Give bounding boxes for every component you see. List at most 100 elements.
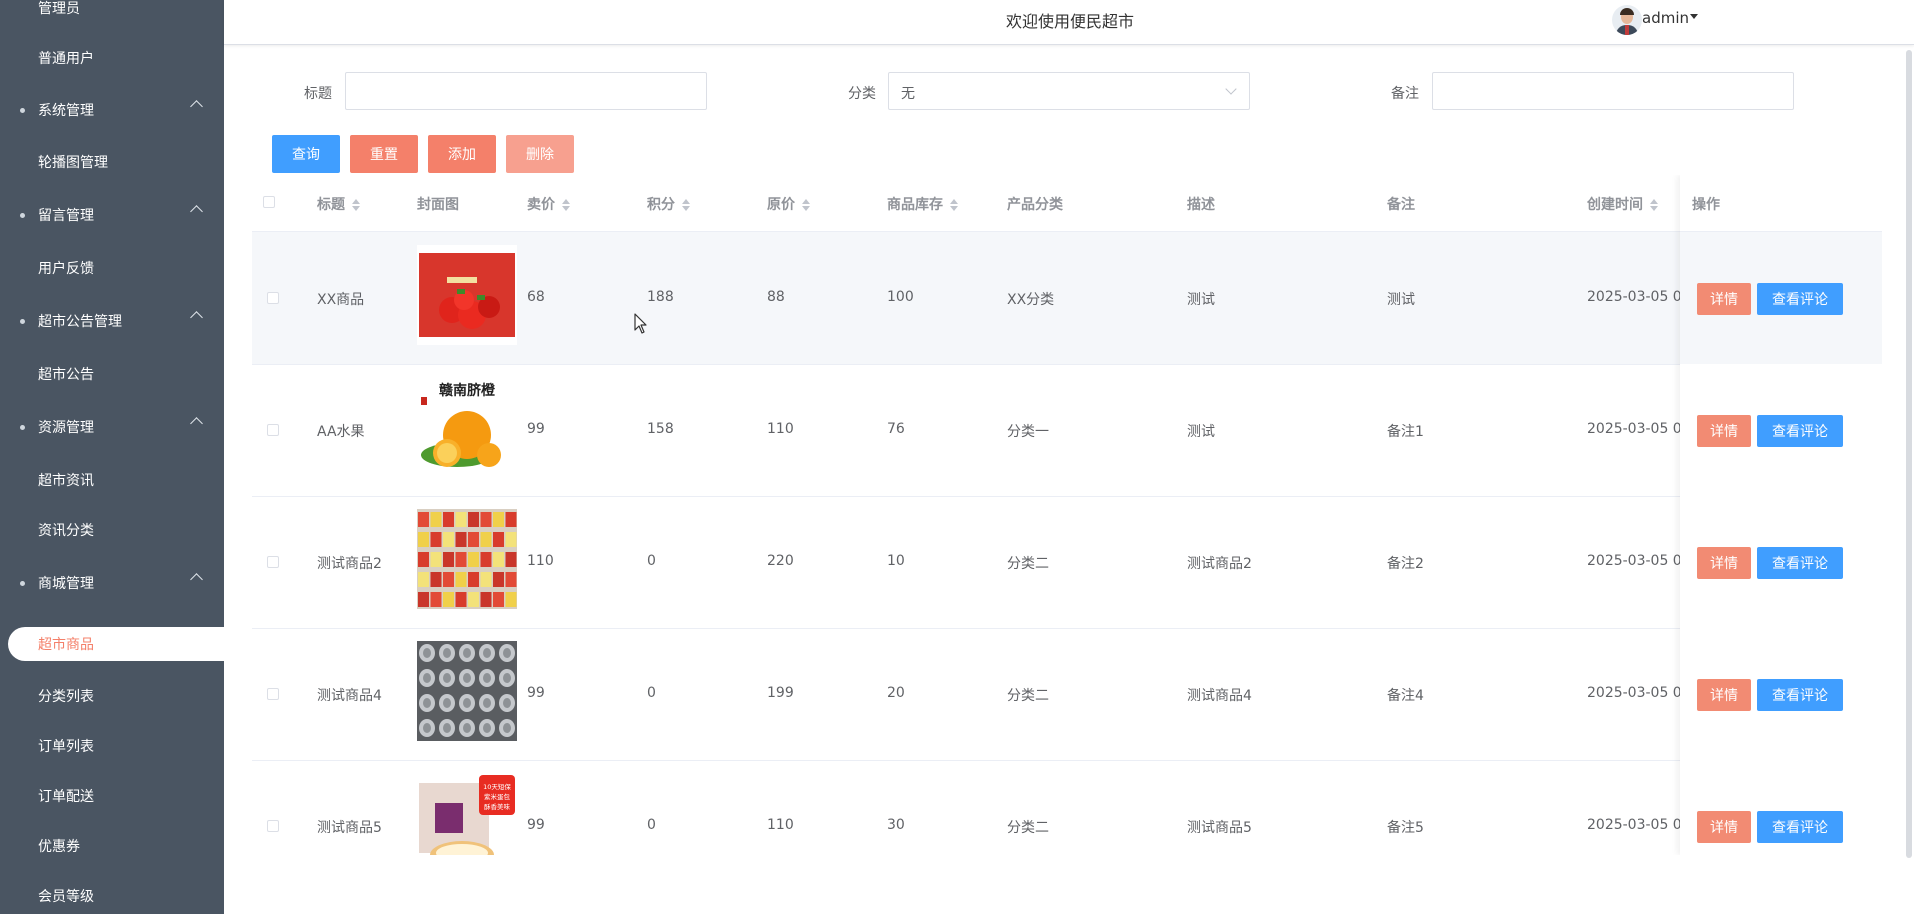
- col-created-time[interactable]: 创建时间: [1587, 194, 1659, 214]
- cell-note: 测试: [1387, 292, 1415, 308]
- cell-stock: 20: [887, 685, 905, 701]
- sort-icon[interactable]: [561, 198, 571, 212]
- bullet-icon: [20, 213, 25, 218]
- chevron-up-icon: [190, 100, 203, 113]
- sidebar-item[interactable]: 订单列表: [0, 726, 224, 766]
- col-category: 产品分类: [1007, 197, 1063, 213]
- sidebar: 管理员普通用户系统管理轮播图管理留言管理用户反馈超市公告管理超市公告资源管理超市…: [0, 0, 224, 914]
- row-checkbox[interactable]: [267, 820, 279, 832]
- sidebar-item[interactable]: 普通用户: [0, 38, 224, 78]
- add-button[interactable]: 添加: [428, 135, 496, 173]
- sidebar-group[interactable]: 资源管理: [0, 407, 224, 447]
- cover-image[interactable]: 10天短保 紫米蛋包 酥香美味: [417, 773, 517, 855]
- sort-icon[interactable]: [949, 198, 959, 212]
- reset-button[interactable]: 重置: [350, 135, 418, 173]
- cell-category: XX分类: [1007, 292, 1055, 308]
- select-all-checkbox[interactable]: [263, 196, 275, 208]
- sidebar-item[interactable]: 超市公告: [0, 354, 224, 394]
- title-filter-label: 标题: [304, 86, 332, 102]
- col-title[interactable]: 标题: [317, 194, 361, 214]
- col-original-price[interactable]: 原价: [767, 194, 811, 214]
- chevron-up-icon: [190, 417, 203, 430]
- svg-text:紫米蛋包: 紫米蛋包: [484, 792, 511, 801]
- cell-description: 测试: [1187, 424, 1215, 440]
- cell-title: XX商品: [317, 292, 365, 308]
- bullet-icon: [20, 319, 25, 324]
- col-description: 描述: [1187, 197, 1215, 213]
- user-menu-label[interactable]: admin: [1642, 9, 1689, 27]
- sidebar-item[interactable]: 轮播图管理: [0, 142, 224, 182]
- sidebar-item[interactable]: 超市资讯: [0, 460, 224, 500]
- sort-icon[interactable]: [351, 198, 361, 212]
- note-filter-label: 备注: [1391, 86, 1419, 102]
- sidebar-group[interactable]: 商城管理: [0, 563, 224, 603]
- cell-category: 分类二: [1007, 688, 1049, 704]
- svg-text:10天短保: 10天短保: [483, 782, 511, 791]
- col-price[interactable]: 卖价: [527, 194, 571, 214]
- page-scrollbar[interactable]: [1906, 50, 1912, 858]
- table-row[interactable]: 10天短保 紫米蛋包 酥香美味 测试商品5 99 0 110 30 分类二 测试商品5 备注5 2…: [252, 760, 1882, 855]
- cell-description: 测试: [1187, 292, 1215, 308]
- title-filter-input[interactable]: [345, 72, 707, 110]
- chevron-up-icon: [190, 205, 203, 218]
- cell-description: 测试商品2: [1187, 556, 1252, 572]
- svg-text:赣南脐橙: 赣南脐橙: [439, 382, 496, 399]
- table-row[interactable]: 测试商品2 110 0 220 10 分类二 测试商品2 备注2 2025-03-05 09: …: [252, 496, 1882, 629]
- sort-icon[interactable]: [801, 198, 811, 212]
- cover-image[interactable]: [417, 509, 517, 609]
- query-button[interactable]: 查询: [272, 135, 340, 173]
- cell-title: 测试商品2: [317, 556, 382, 572]
- category-select[interactable]: 无: [888, 72, 1250, 110]
- sidebar-group[interactable]: 系统管理: [0, 90, 224, 130]
- cell-original-price: 199: [767, 685, 794, 701]
- chevron-down-icon[interactable]: [1690, 14, 1698, 19]
- cell-stock: 30: [887, 817, 905, 833]
- sidebar-item[interactable]: 资讯分类: [0, 510, 224, 550]
- cell-original-price: 110: [767, 817, 794, 833]
- col-points[interactable]: 积分: [647, 194, 691, 214]
- cell-original-price: 88: [767, 289, 785, 305]
- note-filter-input[interactable]: [1432, 72, 1794, 110]
- sidebar-item[interactable]: 管理员: [0, 0, 224, 28]
- table-row[interactable]: 赣南脐橙 AA水果 99 158 110 76 分类一 测试 备注1 2025-03-05 09…: [252, 364, 1882, 497]
- cover-image[interactable]: [417, 641, 517, 741]
- table-row[interactable]: XX商品 68 188 88 100 XX分类 测试 测试 2025-03-05 09: 详情 …: [252, 232, 1882, 365]
- sort-icon[interactable]: [681, 198, 691, 212]
- avatar[interactable]: [1612, 5, 1642, 35]
- cell-description: 测试商品5: [1187, 820, 1252, 836]
- sidebar-group[interactable]: 超市公告管理: [0, 301, 224, 341]
- col-stock[interactable]: 商品库存: [887, 194, 959, 214]
- sidebar-item-label: 商城管理: [38, 576, 94, 592]
- sidebar-group[interactable]: 留言管理: [0, 195, 224, 235]
- table-header: 标题 封面图 卖价 积分 原价 商品库存 产品分类 描述 备注 创建时间 操作: [252, 175, 1882, 232]
- row-checkbox[interactable]: [267, 424, 279, 436]
- sidebar-item-label: 用户反馈: [38, 261, 94, 277]
- cover-image[interactable]: 赣南脐橙: [417, 377, 517, 477]
- row-checkbox[interactable]: [267, 556, 279, 568]
- cell-price: 99: [527, 421, 545, 437]
- sidebar-item-label: 普通用户: [38, 51, 94, 67]
- sort-icon[interactable]: [1649, 198, 1659, 212]
- cell-stock: 76: [887, 421, 905, 437]
- col-note: 备注: [1387, 197, 1415, 213]
- sidebar-item[interactable]: 会员等级: [0, 876, 224, 914]
- sidebar-item-label: 超市公告管理: [38, 314, 122, 330]
- sidebar-item[interactable]: 优惠券: [0, 826, 224, 866]
- category-select-value: 无: [901, 86, 915, 102]
- cover-image[interactable]: [417, 245, 517, 345]
- sidebar-item[interactable]: 超市商品: [8, 627, 224, 661]
- sidebar-item[interactable]: 用户反馈: [0, 248, 224, 288]
- row-checkbox[interactable]: [267, 292, 279, 304]
- cell-stock: 10: [887, 553, 905, 569]
- cell-stock: 100: [887, 289, 914, 305]
- row-checkbox[interactable]: [267, 688, 279, 700]
- delete-button[interactable]: 删除: [506, 135, 574, 173]
- sidebar-item[interactable]: 订单配送: [0, 776, 224, 816]
- category-filter-label: 分类: [848, 86, 876, 102]
- table-row[interactable]: 测试商品4 99 0 199 20 分类二 测试商品4 备注4 2025-03-05 09: 详…: [252, 628, 1882, 761]
- sidebar-item[interactable]: 分类列表: [0, 676, 224, 716]
- svg-text:酥香美味: 酥香美味: [484, 802, 511, 811]
- product-table: 标题 封面图 卖价 积分 原价 商品库存 产品分类 描述 备注 创建时间 操作 …: [252, 175, 1882, 855]
- sidebar-item-label: 系统管理: [38, 103, 94, 119]
- cell-price: 99: [527, 817, 545, 833]
